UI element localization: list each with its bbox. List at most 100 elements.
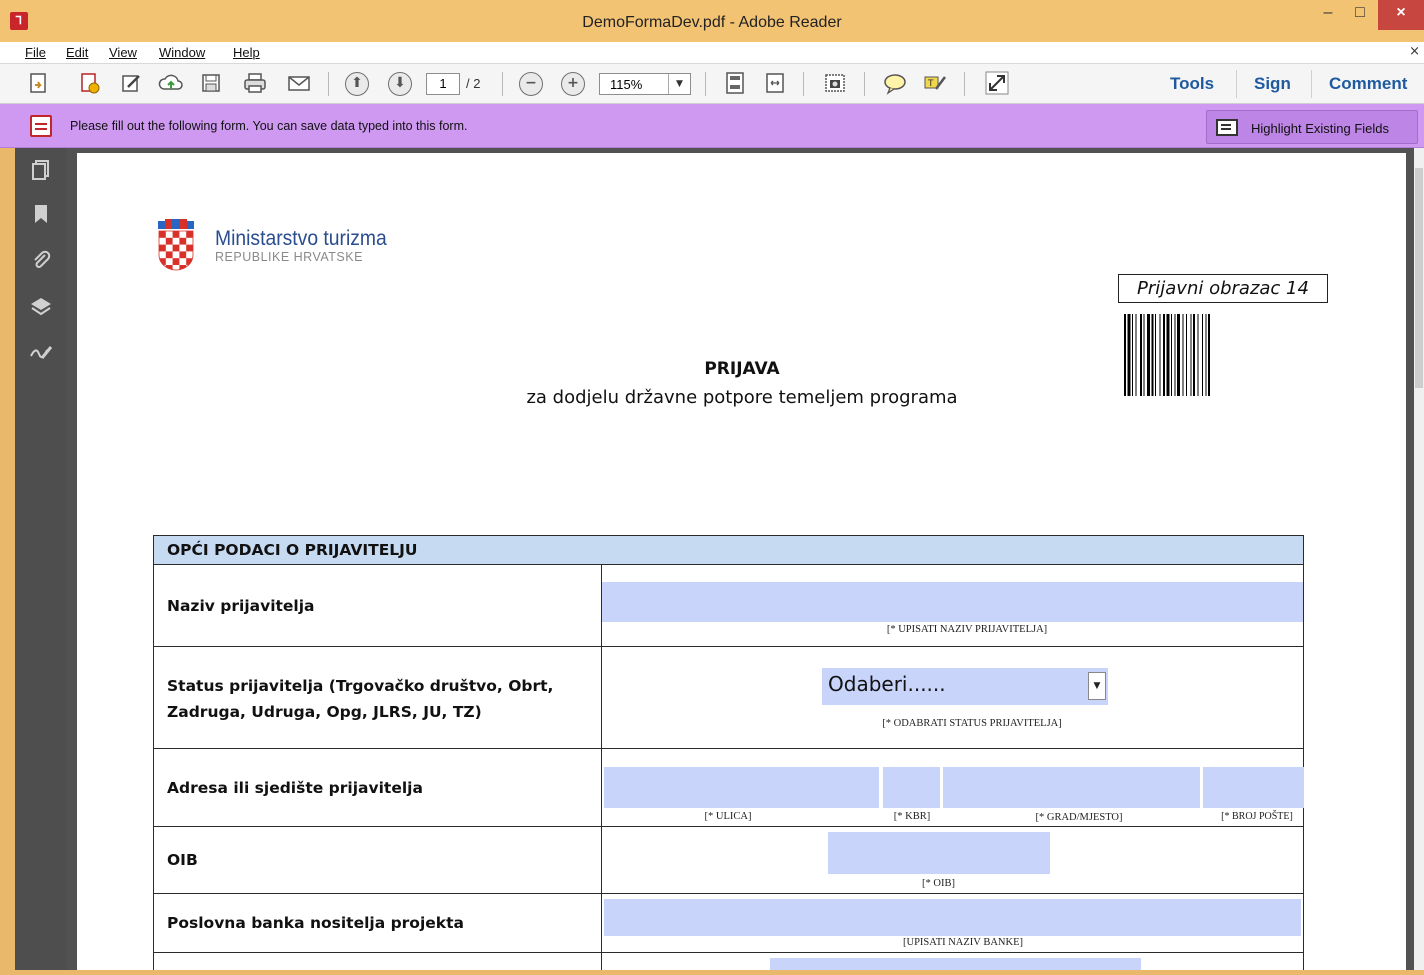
label-banka: Poslovna banka nositelja projekta [154, 894, 602, 952]
page-number-input[interactable]: 1 [426, 73, 460, 95]
zoom-in-icon[interactable]: + [561, 72, 585, 96]
highlight-icon[interactable]: T [922, 70, 948, 96]
toolbar-separator [328, 72, 329, 96]
toolbar-separator [1236, 70, 1237, 98]
page-total: / 2 [466, 76, 481, 91]
combine-icon[interactable] [76, 70, 102, 96]
vertical-scrollbar[interactable] [1414, 148, 1424, 970]
snapshot-icon[interactable] [822, 70, 848, 96]
form-message: Please fill out the following form. You … [70, 119, 468, 133]
barcode-bar [1127, 314, 1131, 396]
menu-view[interactable]: View [109, 45, 137, 60]
hint-oib: [* OIB] [922, 878, 955, 889]
toolbar-separator [864, 72, 865, 96]
previous-page-icon[interactable]: ⬆ [345, 72, 369, 96]
form-icon [30, 115, 52, 137]
maximize-button[interactable]: □ [1346, 0, 1374, 30]
chevron-down-icon[interactable]: ▼ [1088, 672, 1106, 700]
comment-icon[interactable] [882, 70, 908, 96]
document-subheading: za dodjelu državne potpore temeljem prog… [526, 387, 958, 408]
comment-link[interactable]: Comment [1329, 74, 1407, 94]
barcode-bar [1182, 314, 1184, 396]
barcode-bar [1147, 314, 1150, 396]
pdf-page: Ministarstvo turizma REPUBLIKE HRVATSKE … [77, 153, 1406, 970]
table-row-status: Status prijavitelja (Trgovačko društvo, … [153, 647, 1304, 749]
title-bar: ⅂ DemoFormaDev.pdf - Adobe Reader – □ × [0, 0, 1424, 42]
attachments-icon[interactable] [27, 248, 55, 274]
ulica-input[interactable] [604, 767, 879, 808]
oib-input[interactable] [828, 832, 1050, 874]
ministry-name: Ministarstvo turizma [215, 227, 387, 250]
applicant-data-table: OPĆI PODACI O PRIJAVITELJU Naziv prijavi… [153, 535, 1304, 970]
label-next-row [154, 953, 602, 970]
close-button[interactable]: × [1378, 0, 1424, 30]
minimize-button[interactable]: – [1314, 0, 1342, 30]
status-selected-value: Odaberi...... [828, 672, 946, 696]
hint-grad: [* GRAD/MJESTO] [1035, 812, 1123, 823]
menu-edit[interactable]: Edit [66, 45, 88, 60]
table-row-naziv: Naziv prijavitelja [* UPISATI NAZIV PRIJ… [153, 565, 1304, 647]
barcode-bar [1140, 314, 1142, 396]
form-notification-bar: Please fill out the following form. You … [0, 104, 1424, 148]
barcode-bar [1166, 314, 1170, 396]
cloud-upload-icon[interactable] [158, 70, 184, 96]
barcode-bar [1177, 314, 1180, 396]
label-oib: OIB [154, 827, 602, 893]
table-row-adresa: Adresa ili sjedište prijavitelja [* ULIC… [153, 749, 1304, 827]
barcode-bar [1193, 314, 1195, 396]
barcode-bar [1197, 314, 1199, 396]
toolbar: ⬆ ⬇ 1 / 2 − + 115% ▼ T Tools Sign Commen… [0, 64, 1424, 104]
hint-naziv: [* UPISATI NAZIV PRIJAVITELJA] [886, 624, 1048, 635]
croatian-coat-of-arms-logo [158, 219, 194, 271]
menu-window[interactable]: Window [159, 45, 205, 60]
scrollbar-thumb[interactable] [1415, 168, 1423, 388]
form-id-label: Prijavni obrazac 14 [1118, 274, 1328, 303]
highlight-existing-fields-button[interactable]: Highlight Existing Fields [1206, 110, 1418, 144]
poslovna-banka-input[interactable] [604, 899, 1301, 936]
hint-banka: [UPISATI NAZIV BANKE] [903, 937, 1023, 948]
pages-icon[interactable] [27, 158, 55, 184]
barcode-bar [1151, 314, 1154, 396]
grad-mjesto-input[interactable] [943, 767, 1200, 808]
close-document-icon[interactable]: × [1409, 44, 1420, 59]
menu-help[interactable]: Help [233, 45, 260, 60]
next-row-input[interactable] [770, 958, 1141, 970]
document-heading: PRIJAVA [704, 359, 780, 379]
fullscreen-icon[interactable] [984, 70, 1010, 96]
barcode-bar [1124, 314, 1126, 396]
barcode-bar [1143, 314, 1145, 396]
sign-link[interactable]: Sign [1254, 74, 1291, 94]
zoom-out-icon[interactable]: − [519, 72, 543, 96]
fit-page-icon[interactable] [722, 70, 748, 96]
kbr-input[interactable] [883, 767, 940, 808]
email-icon[interactable] [286, 70, 312, 96]
toolbar-separator [705, 72, 706, 96]
status-prijavitelja-dropdown[interactable]: Odaberi...... ▼ [822, 668, 1108, 705]
barcode-bar [1171, 314, 1172, 396]
hint-kbr: [* KBR] [893, 811, 931, 822]
layers-icon[interactable] [27, 294, 55, 320]
barcode-bar [1186, 314, 1187, 396]
tools-link[interactable]: Tools [1170, 74, 1214, 94]
hint-ulica: [* ULICA] [704, 811, 752, 822]
hint-status: [* ODABRATI STATUS PRIJAVITELJA] [882, 718, 1062, 729]
signatures-icon[interactable] [27, 340, 55, 366]
table-row-oib: OIB [* OIB] [153, 827, 1304, 894]
bookmarks-icon[interactable] [27, 202, 55, 228]
fit-width-icon[interactable] [762, 70, 788, 96]
barcode-bar [1159, 314, 1161, 396]
window-title: DemoFormaDev.pdf - Adobe Reader [582, 14, 842, 31]
edit-icon[interactable] [118, 70, 144, 96]
save-icon[interactable] [198, 70, 224, 96]
broj-poste-input[interactable] [1203, 767, 1304, 808]
print-icon[interactable] [242, 70, 268, 96]
menu-file[interactable]: File [25, 45, 46, 60]
zoom-select[interactable]: 115% ▼ [599, 73, 691, 95]
create-pdf-icon[interactable] [26, 70, 52, 96]
chevron-down-icon[interactable]: ▼ [668, 74, 690, 94]
barcode-bar [1202, 314, 1203, 396]
naziv-prijavitelja-input[interactable] [602, 582, 1303, 622]
toolbar-separator [1311, 70, 1312, 98]
next-page-icon[interactable]: ⬇ [388, 72, 412, 96]
barcode-bar [1208, 314, 1210, 396]
